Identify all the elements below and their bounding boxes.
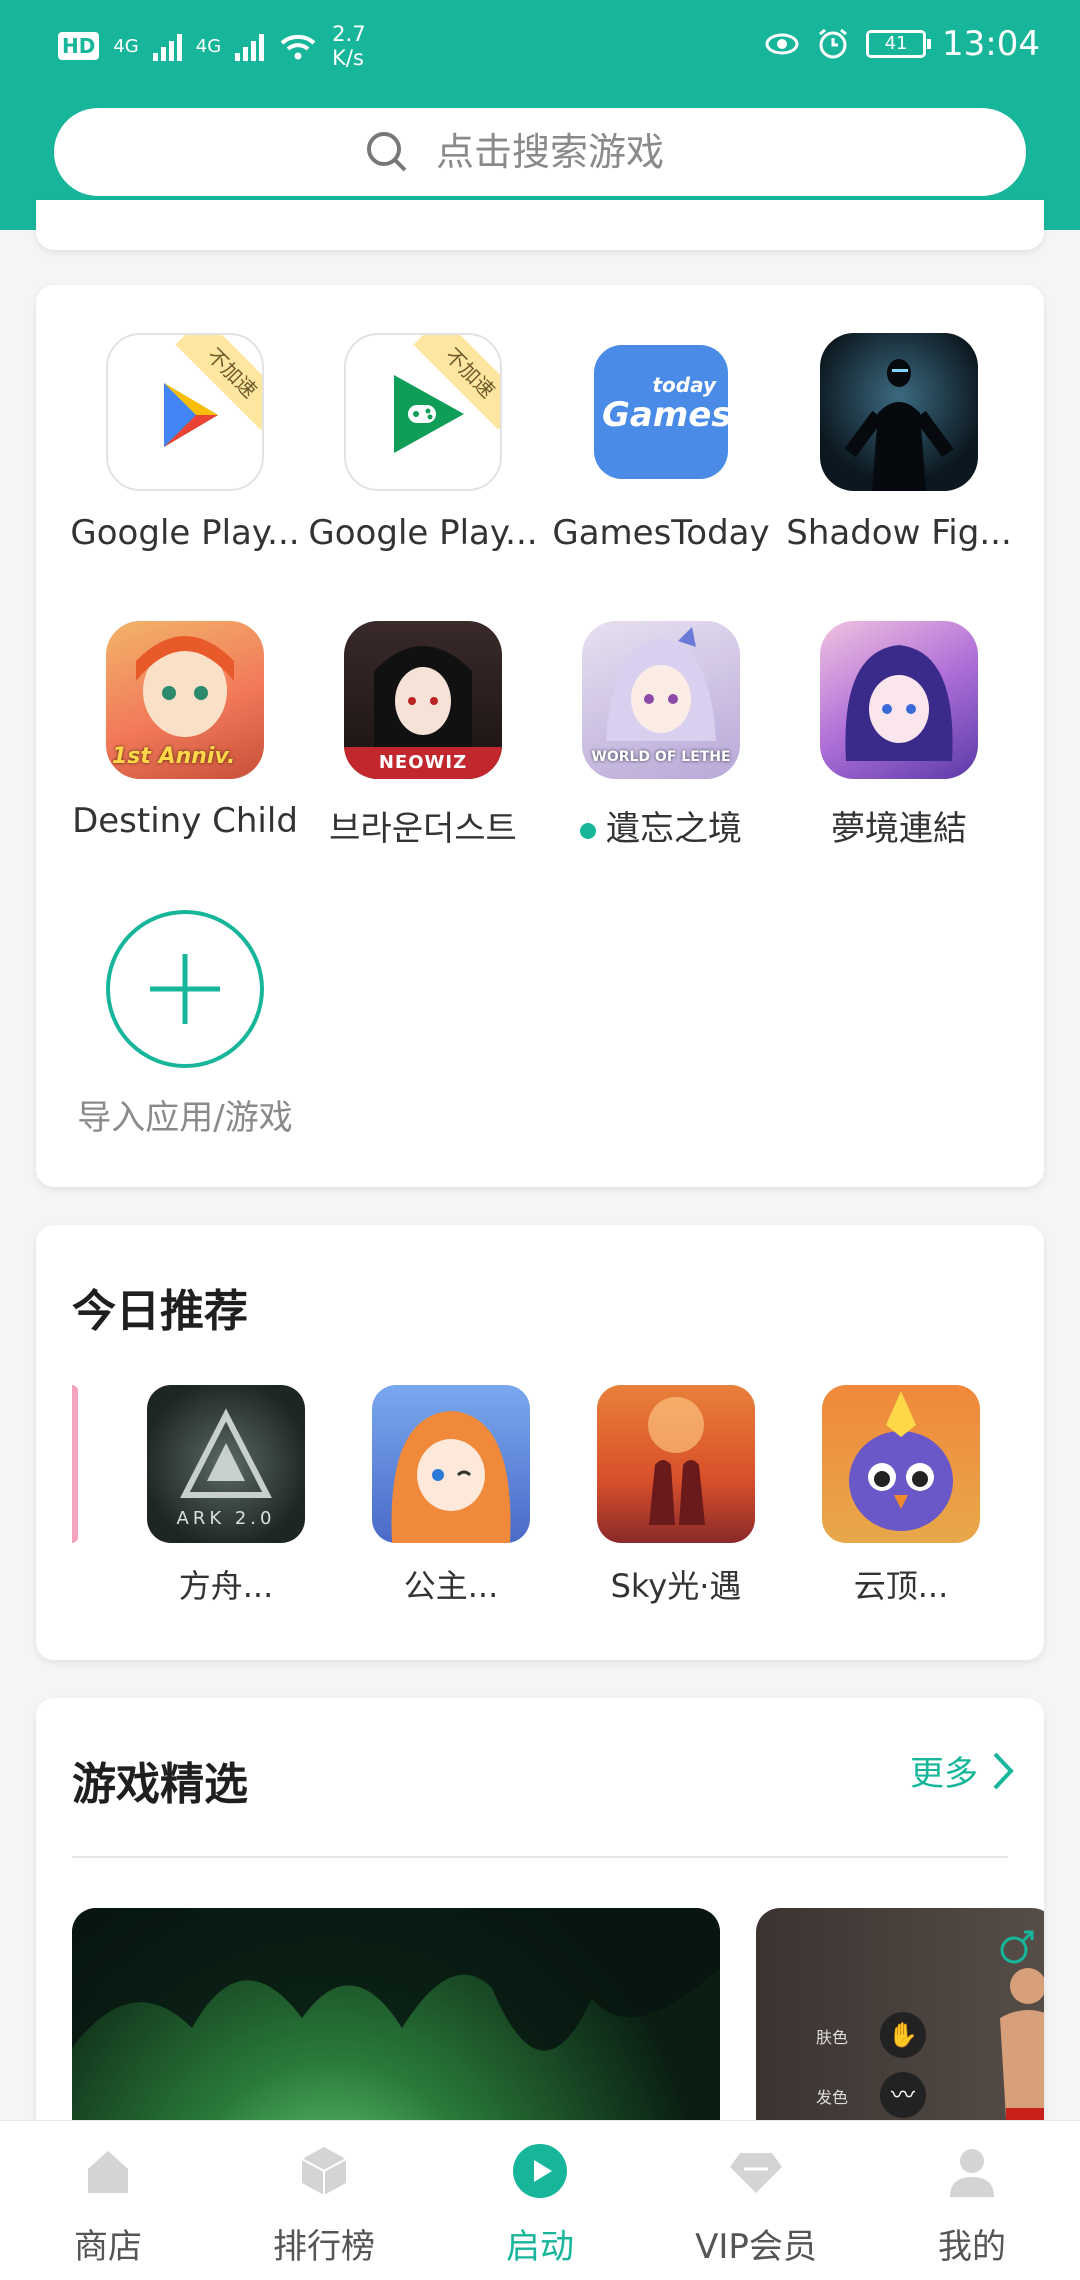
ark-icon: ARK 2.0 — [147, 1385, 305, 1543]
nav-label: 排行榜 — [273, 2227, 375, 2267]
signal-icon — [152, 31, 182, 61]
rec-item-sky[interactable]: Sky光·遇 — [576, 1385, 776, 1607]
app-label: 夢境連結 — [831, 809, 967, 849]
bottom-nav: 商店 排行榜 启动 VIP会员 我的 — [0, 2120, 1080, 2280]
status-right: 41 13:04 — [764, 24, 1040, 64]
app-label: GamesToday — [552, 513, 770, 553]
app-gamestoday[interactable]: today Games GamesToday — [542, 333, 780, 553]
nav-label: 启动 — [506, 2227, 574, 2267]
more-link[interactable]: 更多 — [910, 1746, 1014, 1795]
tft-icon — [822, 1385, 980, 1543]
hd-indicator: HD — [58, 32, 100, 60]
app-shadow-fight[interactable]: Shadow Fig... — [780, 333, 1018, 553]
import-app-button[interactable]: 导入应用/游戏 — [66, 910, 304, 1139]
today-recommend-card: 今日推荐 ARK 2.0 方舟... 公主... Sky光·遇 云顶... — [36, 1225, 1044, 1660]
nav-ranking[interactable]: 排行榜 — [224, 2121, 424, 2280]
app-label: Destiny Child — [72, 801, 298, 841]
home-icon — [88, 2151, 128, 2193]
rec-label: Sky光·遇 — [610, 1567, 742, 1605]
nav-store[interactable]: 商店 — [8, 2121, 208, 2280]
search-input[interactable] — [436, 130, 716, 174]
app-google-play-store[interactable]: 不加速 Google Play... — [66, 333, 304, 553]
status-dot — [580, 822, 596, 839]
previous-card-edge — [36, 200, 1044, 250]
ark-text: ARK 2.0 — [176, 1508, 276, 1529]
brown-dust-icon: NEOWIZ — [344, 621, 502, 779]
net-speed-value: 2.7 — [332, 22, 366, 46]
nav-label: 商店 — [74, 2227, 142, 2267]
chevron-right-icon — [993, 1752, 1014, 1789]
wifi-icon — [280, 34, 316, 60]
app-brown-dust[interactable]: NEOWIZ 브라운더스트 — [304, 621, 542, 850]
cube-icon — [301, 2147, 347, 2195]
status-left: HD 4G 4G 2.7 K/s — [58, 22, 366, 70]
partial-item-left — [72, 1385, 78, 1543]
rec-label: 公主... — [403, 1567, 499, 1605]
gamestoday-icon-small: today — [652, 373, 716, 397]
play-circle-icon — [513, 2144, 567, 2198]
gamestoday-icon: today Games — [582, 333, 740, 491]
rec-item-ark[interactable]: ARK 2.0 方舟... — [126, 1385, 326, 1607]
alarm-icon — [819, 28, 847, 59]
gamestoday-icon-text: Games — [602, 395, 732, 435]
destiny-child-icon: 1st Anniv. — [106, 621, 264, 779]
rec-label: 方舟... — [178, 1567, 274, 1605]
battery-indicator: 41 — [866, 30, 932, 58]
import-app-label: 导入应用/游戏 — [77, 1098, 293, 1138]
search-icon — [367, 132, 407, 172]
clock: 13:04 — [942, 24, 1040, 64]
eye-comfort-icon — [765, 33, 799, 55]
rec-item-princess[interactable]: 公主... — [351, 1385, 551, 1607]
hair-color-label: 发色 — [816, 2088, 849, 2107]
section-title: 游戏精选 — [72, 1759, 248, 1810]
hair-icon: 〰 — [880, 2072, 926, 2118]
app-label: 遺忘之境 — [542, 801, 780, 850]
nav-launch[interactable]: 启动 — [440, 2121, 640, 2280]
status-bar: HD 4G 4G 2.7 K/s 41 13:04 — [0, 0, 1080, 92]
net-speed-unit: K/s — [332, 46, 364, 70]
nav-vip[interactable]: VIP会员 — [656, 2121, 856, 2280]
neowiz-badge: NEOWIZ — [344, 747, 502, 779]
app-dream-link[interactable]: 夢境連結 — [780, 621, 1018, 850]
sky-icon — [597, 1385, 755, 1543]
nav-mine[interactable]: 我的 — [872, 2121, 1072, 2280]
divider — [72, 1856, 1008, 1858]
app-label: Google Play... — [70, 513, 300, 553]
google-play-games-icon: 不加速 — [344, 333, 502, 491]
hand-icon: ✋ — [880, 2012, 926, 2058]
dream-link-icon — [820, 621, 978, 779]
skin-color-label: 肤色 — [816, 2028, 849, 2047]
shadow-fight-icon — [820, 333, 978, 491]
app-label: Shadow Fig... — [786, 513, 1012, 553]
net-speed: 2.7 K/s — [332, 22, 365, 70]
destiny-anniversary-badge: 1st Anniv. — [112, 744, 236, 769]
world-of-lethe-badge: WORLD OF LETHE — [591, 749, 731, 765]
network-type-1: 4G — [113, 35, 139, 57]
diamond-icon — [730, 2153, 782, 2193]
rec-label: 云顶... — [853, 1567, 949, 1605]
add-circle — [106, 910, 264, 1068]
app-label: Google Play... — [308, 513, 538, 553]
user-icon — [950, 2149, 994, 2197]
nav-label: VIP会员 — [695, 2227, 817, 2267]
plus-icon — [150, 954, 220, 1024]
network-type-2: 4G — [195, 35, 222, 57]
princess-connect-icon — [372, 1385, 530, 1543]
app-google-play-games[interactable]: 不加速 Google Play... — [304, 333, 542, 553]
section-title: 今日推荐 — [72, 1286, 248, 1337]
my-games-card: 不加速 Google Play... 不加速 Google Play... to… — [36, 285, 1044, 1187]
signal-icon-2 — [235, 31, 265, 61]
more-label: 更多 — [910, 1754, 978, 1794]
world-of-lethe-icon: WORLD OF LETHE — [582, 621, 740, 779]
app-world-of-lethe[interactable]: WORLD OF LETHE 遺忘之境 — [542, 621, 780, 850]
search-bar[interactable] — [54, 108, 1026, 196]
google-play-store-icon: 不加速 — [106, 333, 264, 491]
app-label: 브라운더스트 — [329, 809, 517, 849]
rec-item-tft[interactable]: 云顶... — [801, 1385, 1001, 1607]
header: HD 4G 4G 2.7 K/s 41 13:04 — [0, 0, 1080, 230]
app-destiny-child[interactable]: 1st Anniv. Destiny Child — [66, 621, 304, 841]
nav-label: 我的 — [938, 2227, 1006, 2267]
app-label-text: 遺忘之境 — [606, 809, 742, 849]
